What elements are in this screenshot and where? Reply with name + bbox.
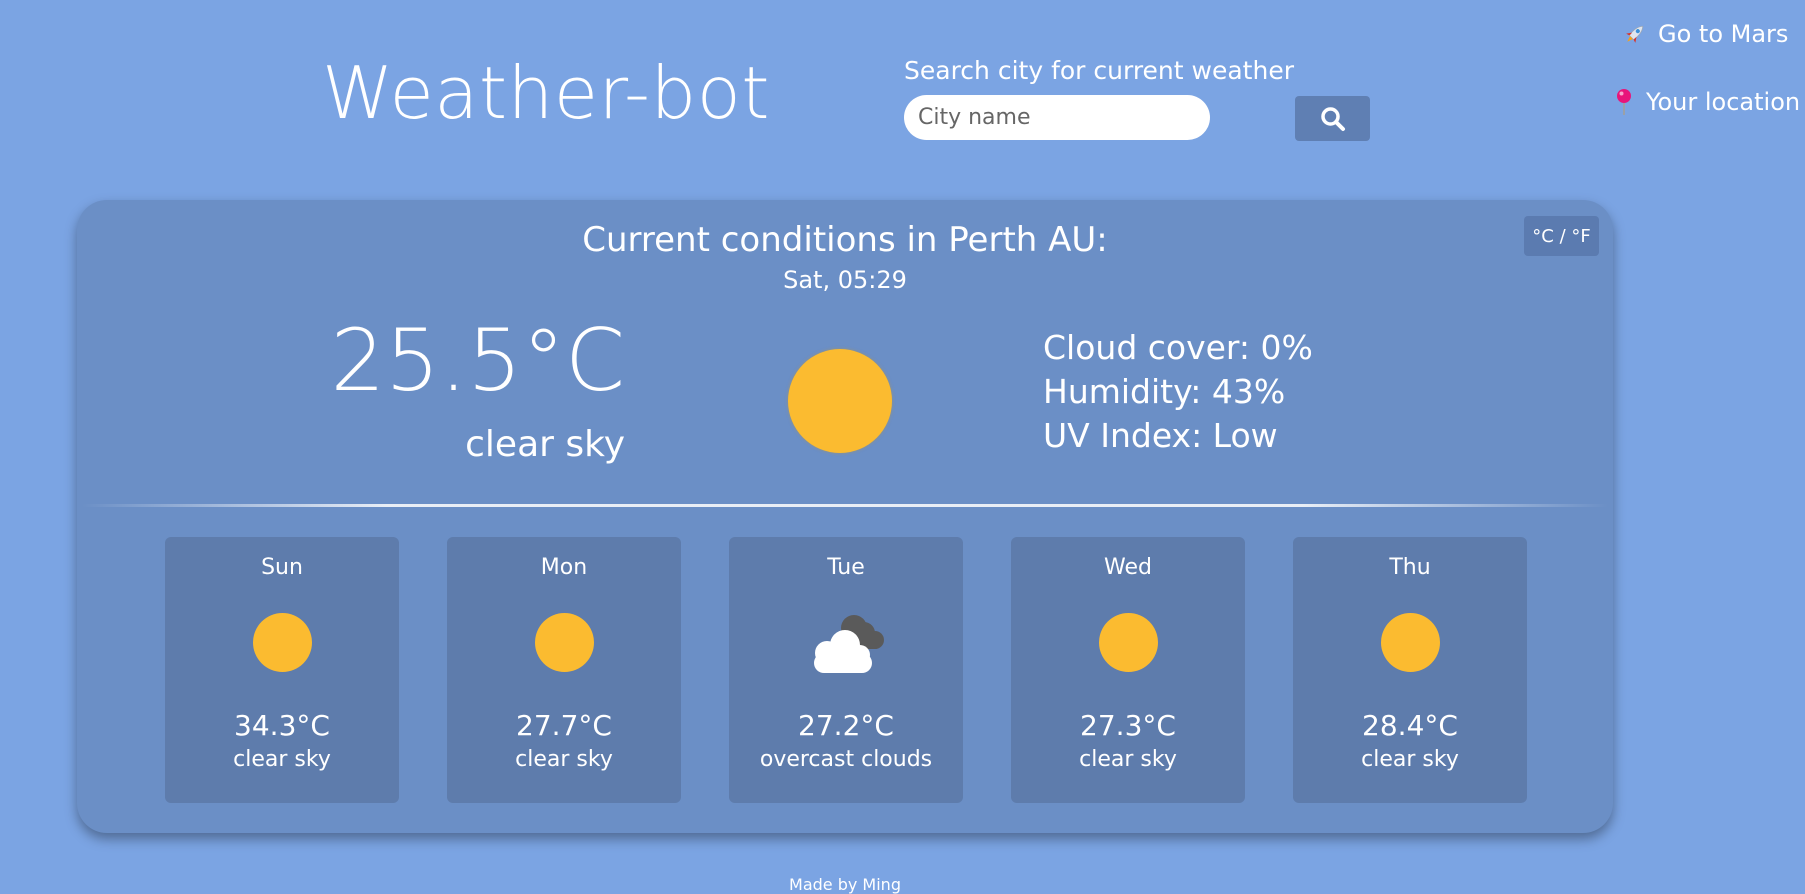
footer-credit: Made by Ming [789, 875, 901, 894]
forecast-day: Mon [540, 555, 588, 580]
forecast-card-tue: Tue 27.2°C overcast clouds [729, 537, 963, 803]
forecast-card-thu: Thu 28.4°C clear sky [1293, 537, 1527, 803]
conditions-time: Sat, 05:29 [783, 266, 907, 294]
forecast-temperature: 28.4°C [1362, 709, 1458, 742]
forecast-description: clear sky [515, 747, 613, 772]
go-to-mars-label: Go to Mars [1658, 20, 1789, 48]
overcast-cloud-icon [814, 615, 884, 673]
forecast-description: overcast clouds [759, 747, 933, 772]
forecast-temperature: 34.3°C [234, 709, 330, 742]
sun-icon [253, 613, 312, 672]
forecast-temperature: 27.2°C [798, 709, 894, 742]
search-label: Search city for current weather [904, 56, 1294, 85]
sun-icon [1099, 613, 1158, 672]
go-to-mars-link[interactable]: Go to Mars [1622, 20, 1788, 48]
forecast-card-wed: Wed 27.3°C clear sky [1011, 537, 1245, 803]
sun-icon [535, 613, 594, 672]
forecast-day: Wed [1104, 555, 1152, 580]
sun-icon [788, 349, 892, 453]
pushpin-icon [1617, 89, 1631, 115]
uv-index: UV Index: Low [1043, 416, 1278, 455]
your-location-link[interactable]: Your location [1612, 88, 1800, 116]
current-description: clear sky [465, 424, 625, 465]
humidity: Humidity: 43% [1043, 372, 1286, 411]
divider [82, 504, 1608, 507]
forecast-temperature: 27.3°C [1080, 709, 1176, 742]
rocket-icon [1626, 25, 1644, 43]
search-button[interactable] [1295, 96, 1370, 141]
forecast-day: Sun [261, 555, 303, 580]
current-temperature: 25.5°C [330, 311, 625, 411]
forecast-description: clear sky [233, 747, 331, 772]
sun-icon [1381, 613, 1440, 672]
weather-stats: Cloud cover: 0% Humidity: 43% UV Index: … [1043, 326, 1313, 458]
city-search-input[interactable] [904, 95, 1210, 140]
forecast-day: Tue [827, 555, 865, 580]
search-icon [1320, 106, 1345, 131]
app-title: Weather-bot [322, 51, 771, 135]
conditions-title: Current conditions in Perth AU: [582, 220, 1108, 260]
cloud-cover: Cloud cover: 0% [1043, 328, 1313, 367]
forecast-card-sun: Sun 34.3°C clear sky [165, 537, 399, 803]
forecast-description: clear sky [1361, 747, 1459, 772]
forecast-temperature: 27.7°C [516, 709, 612, 742]
your-location-label: Your location [1646, 88, 1801, 116]
forecast-day: Thu [1389, 555, 1431, 580]
forecast-card-mon: Mon 27.7°C clear sky [447, 537, 681, 803]
forecast-description: clear sky [1079, 747, 1177, 772]
